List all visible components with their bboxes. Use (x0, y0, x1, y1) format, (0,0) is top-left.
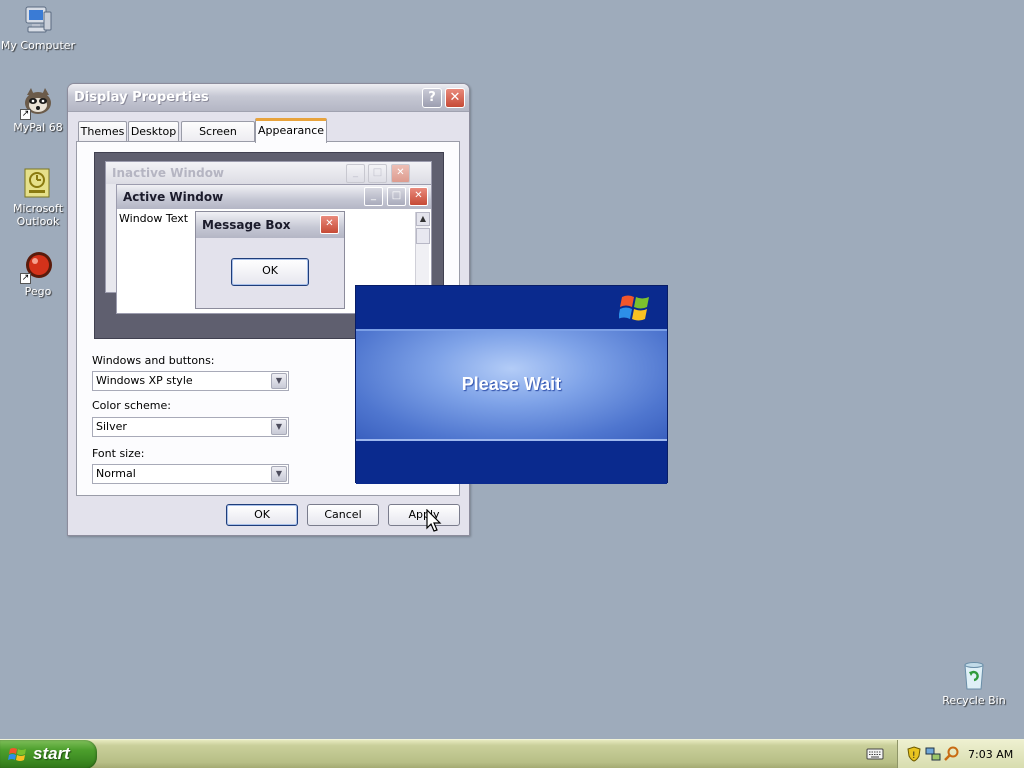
minimize-icon: _ (364, 187, 383, 206)
pego-icon: ↗ (20, 250, 54, 284)
color-scheme-label: Color scheme: (92, 399, 171, 412)
system-tray: ! 7:03 AM (897, 740, 1024, 768)
svg-text:!: ! (912, 751, 916, 761)
close-icon: ✕ (320, 215, 339, 234)
splash-bottom-band (356, 441, 667, 484)
start-label: start (33, 744, 70, 763)
chevron-down-icon[interactable]: ▼ (271, 419, 287, 435)
scroll-thumb (416, 228, 430, 244)
color-scheme-value: Silver (96, 420, 127, 433)
maximize-icon: □ (387, 187, 406, 206)
windows-logo-icon (618, 292, 653, 324)
clock[interactable]: 7:03 AM (968, 748, 1013, 761)
network-icon[interactable] (925, 746, 941, 762)
desktop-icon-my-computer[interactable]: My Computer (0, 4, 76, 52)
apply-button[interactable]: Apply (388, 504, 460, 526)
desktop-icon-label: Recycle Bin (942, 694, 1006, 707)
security-shield-icon[interactable]: ! (906, 746, 922, 762)
tab-desktop[interactable]: Desktop (128, 121, 179, 142)
desktop-icon-pego[interactable]: ↗ Pego (0, 250, 76, 298)
preview-active-title: Active Window (117, 185, 431, 209)
preview-ok-button: OK (231, 258, 309, 286)
chevron-down-icon[interactable]: ▼ (271, 373, 287, 389)
desktop-icon-label: Microsoft Outlook (12, 202, 64, 228)
desktop-icon-recycle-bin[interactable]: Recycle Bin (936, 659, 1012, 707)
preview-window-text: Window Text (119, 212, 189, 225)
windows-logo-icon (8, 746, 28, 764)
desktop-icon-label: My Computer (0, 39, 76, 52)
tab-themes[interactable]: Themes (78, 121, 127, 142)
desktop-icon-label: MyPal 68 (13, 121, 63, 134)
help-button[interactable]: ? (422, 88, 442, 108)
my-computer-icon (22, 4, 54, 36)
scroll-up-icon: ▲ (416, 212, 430, 226)
chevron-down-icon[interactable]: ▼ (271, 466, 287, 482)
taskbar: start ! 7:03 AM (0, 739, 1024, 768)
shortcut-arrow-icon: ↗ (20, 109, 31, 120)
color-scheme-select[interactable]: Silver ▼ (92, 417, 289, 437)
font-size-select[interactable]: Normal ▼ (92, 464, 289, 484)
close-icon: ✕ (409, 187, 428, 206)
desktop-icon-label: Pego (24, 285, 52, 298)
close-icon: ✕ (391, 164, 410, 183)
preview-message-box: Message Box ✕ OK (195, 211, 345, 309)
title-bar[interactable]: Display Properties ? ✕ (68, 84, 469, 112)
mypal-browser-icon: ↗ (20, 86, 54, 120)
desktop-icon-outlook[interactable]: Microsoft Outlook (0, 167, 76, 228)
cancel-button[interactable]: Cancel (307, 504, 379, 526)
close-button[interactable]: ✕ (445, 88, 465, 108)
please-wait-dialog: Please Wait (355, 285, 668, 484)
ok-button[interactable]: OK (226, 504, 298, 526)
windows-buttons-label: Windows and buttons: (92, 354, 215, 367)
font-size-value: Normal (96, 467, 136, 480)
minimize-icon: _ (346, 164, 365, 183)
maximize-icon: □ (368, 164, 387, 183)
please-wait-message: Please Wait (461, 374, 562, 394)
tab-screen-saver[interactable]: Screen Saver (181, 121, 255, 157)
windows-buttons-select[interactable]: Windows XP style ▼ (92, 371, 289, 391)
window-title: Display Properties (74, 90, 209, 105)
keyboard-icon[interactable] (866, 746, 884, 762)
shortcut-arrow-icon: ↗ (20, 273, 31, 284)
search-icon[interactable] (944, 746, 960, 762)
recycle-bin-icon (958, 659, 990, 691)
start-button[interactable]: start (0, 740, 97, 768)
desktop-icon-mypal[interactable]: ↗ MyPal 68 (0, 86, 76, 134)
tab-appearance[interactable]: Appearance (255, 118, 327, 143)
outlook-icon (22, 167, 54, 199)
font-size-label: Font size: (92, 447, 145, 460)
mouse-cursor-icon (426, 508, 442, 533)
windows-buttons-value: Windows XP style (96, 374, 193, 387)
